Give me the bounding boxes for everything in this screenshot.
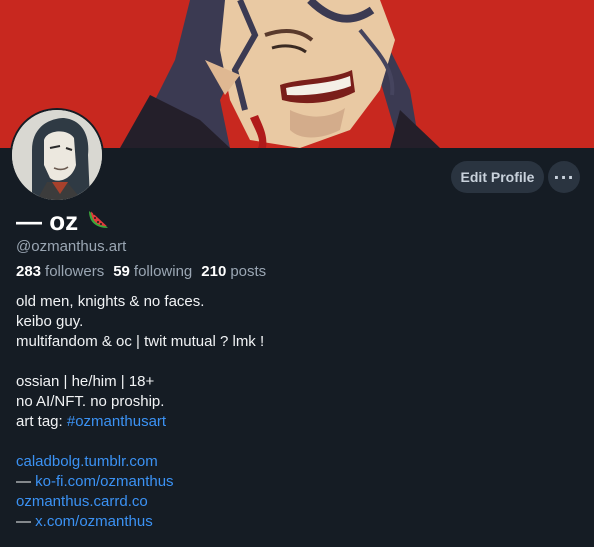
- bio-line-link: caladbolg.tumblr.com: [16, 452, 576, 472]
- hashtag-link[interactable]: #ozmanthusart: [67, 413, 166, 430]
- avatar[interactable]: [10, 108, 104, 202]
- bio-line-link: — ko-fi.com/ozmanthus: [16, 472, 576, 492]
- watermelon-icon: [86, 205, 112, 238]
- following-label: following: [133, 263, 193, 280]
- bio-line-tag: art tag: #ozmanthusart: [16, 412, 576, 432]
- posts-stat: 210 posts: [201, 263, 266, 280]
- display-name-row: — oz: [16, 204, 112, 238]
- bio-line: no AI/NFT. no proship.: [16, 393, 165, 410]
- bio-line-link: ozmanthus.carrd.co: [16, 492, 576, 512]
- bio-line: multifandom & oc | twit mutual ? lmk !: [16, 333, 265, 350]
- kofi-link[interactable]: ko-fi.com/ozmanthus: [35, 473, 173, 490]
- posts-count: 210: [201, 263, 227, 280]
- bio-line: old men, knights & no faces.: [16, 293, 205, 310]
- bio-line: keibo guy.: [16, 313, 84, 330]
- following-stat[interactable]: 59 following: [113, 263, 192, 280]
- posts-label: posts: [230, 263, 267, 280]
- following-count: 59: [113, 263, 130, 280]
- profile-stats: 283 followers 59 following 210 posts: [16, 263, 266, 280]
- followers-label: followers: [45, 263, 105, 280]
- dash-prefix: —: [16, 473, 36, 490]
- more-icon: ···: [553, 167, 575, 187]
- x-link[interactable]: x.com/ozmanthus: [35, 513, 153, 530]
- bio-line: ossian | he/him | 18+: [16, 373, 155, 390]
- bio-spacer: [16, 432, 576, 452]
- edit-profile-button[interactable]: Edit Profile: [451, 161, 544, 193]
- bio-spacer: [16, 352, 576, 372]
- bio-line-link: — x.com/ozmanthus: [16, 512, 576, 532]
- followers-stat[interactable]: 283 followers: [16, 263, 104, 280]
- more-options-button[interactable]: ···: [548, 161, 580, 193]
- carrd-link[interactable]: ozmanthus.carrd.co: [16, 493, 148, 510]
- tumblr-link[interactable]: caladbolg.tumblr.com: [16, 453, 158, 470]
- art-tag-prefix: art tag:: [16, 413, 67, 430]
- followers-count: 283: [16, 263, 42, 280]
- handle: @ozmanthus.art: [16, 238, 127, 255]
- display-name: — oz: [16, 205, 79, 236]
- avatar-portrait: [12, 110, 102, 200]
- profile-bio: old men, knights & no faces. keibo guy. …: [16, 292, 576, 532]
- dash-prefix: —: [16, 513, 36, 530]
